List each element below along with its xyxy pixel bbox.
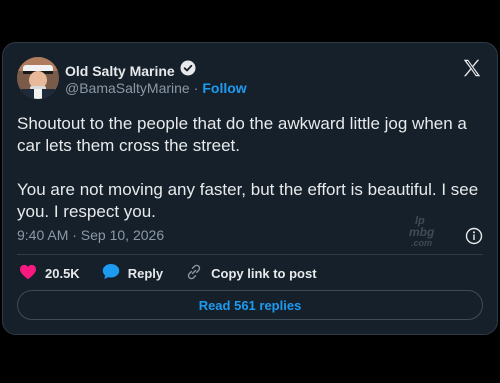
handle-row: @BamaSaltyMarine · Follow (65, 80, 247, 96)
action-bar: 20.5K Reply Copy link to post (19, 262, 317, 284)
watermark-logo: lp mbg .com (403, 213, 447, 249)
reply-button[interactable]: Reply (102, 263, 185, 283)
tweet-card: Old Salty Marine @BamaSaltyMarine · Foll… (2, 42, 498, 335)
like-count: 20.5K (45, 265, 80, 281)
read-replies-label: Read 561 replies (198, 297, 302, 313)
copy-link-label: Copy link to post (211, 265, 317, 281)
verified-badge-icon (180, 60, 196, 81)
user-handle[interactable]: @BamaSaltyMarine (65, 80, 190, 96)
follow-button[interactable]: Follow (202, 80, 246, 96)
reply-label: Reply (127, 265, 164, 281)
divider (17, 254, 483, 255)
name-row: Old Salty Marine (65, 60, 196, 81)
heart-icon (19, 264, 37, 283)
reply-bubble-icon (102, 263, 120, 283)
svg-text:mbg: mbg (409, 225, 435, 239)
svg-text:.com: .com (411, 238, 432, 248)
avatar[interactable] (17, 57, 59, 99)
copy-link-button[interactable]: Copy link to post (185, 263, 317, 284)
read-replies-button[interactable]: Read 561 replies (17, 290, 483, 320)
like-button[interactable]: 20.5K (19, 264, 102, 283)
separator-dot: · (193, 80, 199, 96)
tweet-text: Shoutout to the people that do the awkwa… (17, 114, 479, 221)
info-icon[interactable] (465, 227, 483, 245)
timestamp[interactable]: 9:40 AM · Sep 10, 2026 (17, 227, 164, 243)
link-icon (185, 263, 203, 284)
x-logo-icon[interactable] (461, 57, 483, 79)
display-name[interactable]: Old Salty Marine (65, 63, 175, 79)
